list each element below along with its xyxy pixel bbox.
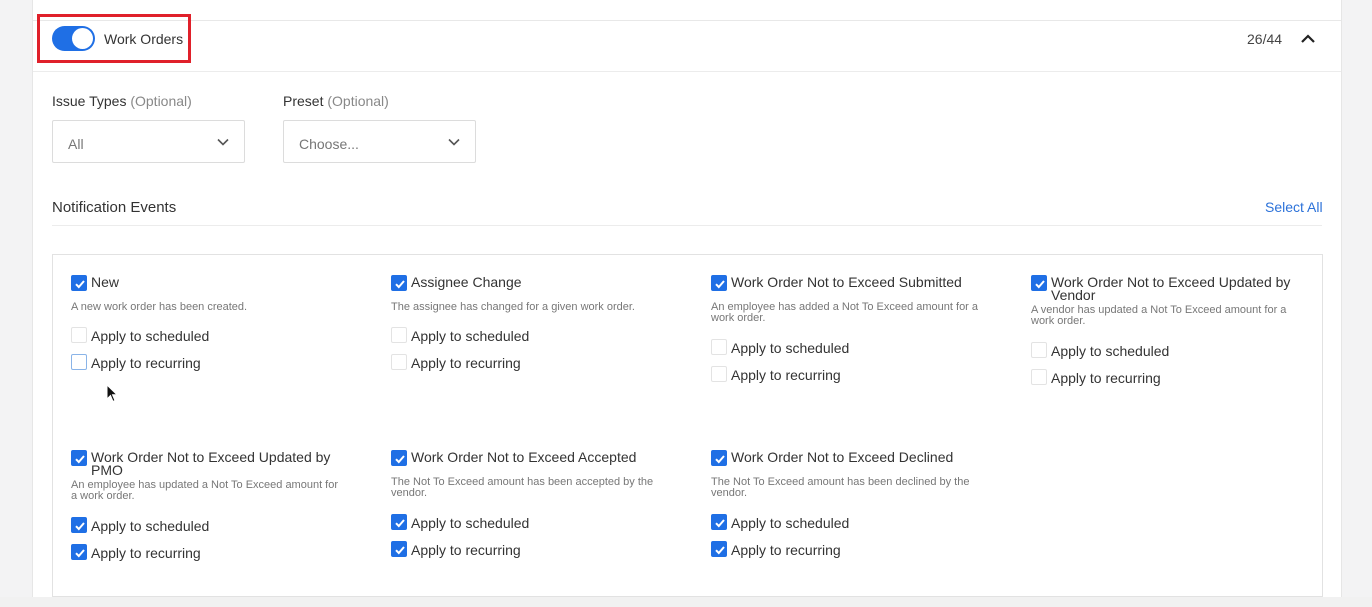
event-checkbox[interactable] [711, 275, 727, 291]
apply-to-scheduled-checkbox[interactable] [711, 514, 727, 530]
apply-to-scheduled-label: Apply to scheduled [91, 518, 210, 534]
event-title: Work Order Not to Exceed Accepted [411, 449, 637, 465]
event-checkbox[interactable] [71, 275, 87, 291]
apply-to-recurring-checkbox[interactable] [1031, 369, 1047, 385]
toggle-knob [72, 28, 93, 49]
apply-to-scheduled-label: Apply to scheduled [731, 515, 850, 531]
header-divider [33, 71, 1341, 72]
apply-to-recurring-label: Apply to recurring [1051, 370, 1161, 386]
apply-to-scheduled-label: Apply to scheduled [1051, 343, 1170, 359]
issue-types-select[interactable]: All [52, 120, 245, 163]
event-title: Assignee Change [411, 274, 522, 290]
top-divider [33, 20, 1341, 21]
event-title: Work Order Not to Exceed Updated by PMO [91, 449, 331, 478]
event-checkbox[interactable] [1031, 275, 1047, 291]
apply-to-recurring-checkbox[interactable] [71, 354, 87, 370]
event-checkbox[interactable] [391, 275, 407, 291]
apply-to-recurring-label: Apply to recurring [411, 355, 521, 371]
apply-to-recurring-label: Apply to recurring [731, 542, 841, 558]
apply-to-scheduled-label: Apply to scheduled [411, 515, 530, 531]
event-checkbox[interactable] [711, 450, 727, 466]
event-title: New [91, 274, 120, 290]
preset-label: Preset (Optional) [283, 93, 389, 109]
event-title: Work Order Not to Exceed Updated by Vend… [1051, 274, 1291, 303]
event-description: A vendor has updated a Not To Exceed amo… [1031, 304, 1287, 327]
event-title: Work Order Not to Exceed Submitted [731, 274, 962, 290]
apply-to-recurring-label: Apply to recurring [91, 545, 201, 561]
apply-to-recurring-checkbox[interactable] [71, 544, 87, 560]
apply-to-scheduled-label: Apply to scheduled [411, 328, 530, 344]
notification-events-title: Notification Events [52, 199, 177, 216]
event-description: The Not To Exceed amount has been accept… [391, 476, 654, 499]
event-description: A new work order has been created. [71, 301, 248, 313]
issue-types-label: Issue Types (Optional) [52, 93, 192, 109]
event-description: The Not To Exceed amount has been declin… [711, 476, 970, 499]
bottom-shade [0, 597, 1372, 607]
apply-to-scheduled-checkbox[interactable] [391, 327, 407, 343]
apply-to-scheduled-checkbox[interactable] [71, 327, 87, 343]
apply-to-recurring-checkbox[interactable] [391, 541, 407, 557]
chevron-down-icon [448, 138, 460, 146]
event-description: An employee has added a Not To Exceed am… [711, 301, 979, 324]
issue-types-value: All [68, 136, 84, 152]
event-title: Work Order Not to Exceed Declined [731, 449, 954, 465]
apply-to-scheduled-checkbox[interactable] [71, 517, 87, 533]
apply-to-recurring-checkbox[interactable] [391, 354, 407, 370]
apply-to-recurring-label: Apply to recurring [91, 355, 201, 371]
apply-to-scheduled-label: Apply to scheduled [91, 328, 210, 344]
select-all-link[interactable]: Select All [1265, 199, 1323, 215]
chevron-down-icon [217, 138, 229, 146]
event-description: The assignee has changed for a given wor… [391, 301, 635, 313]
event-checkbox[interactable] [391, 450, 407, 466]
issue-types-label-text: Issue Types [52, 93, 127, 109]
chevron-up-icon[interactable] [1299, 30, 1317, 48]
section-divider [52, 225, 1322, 226]
mouse-cursor-icon [106, 384, 119, 403]
preset-optional: (Optional) [327, 93, 389, 109]
preset-select[interactable]: Choose... [283, 120, 476, 163]
apply-to-recurring-checkbox[interactable] [711, 366, 727, 382]
work-orders-toggle-label: Work Orders [104, 31, 184, 47]
apply-to-recurring-label: Apply to recurring [731, 367, 841, 383]
apply-to-recurring-label: Apply to recurring [411, 542, 521, 558]
apply-to-scheduled-checkbox[interactable] [1031, 342, 1047, 358]
apply-to-recurring-checkbox[interactable] [711, 541, 727, 557]
event-description: An employee has updated a Not To Exceed … [71, 479, 339, 502]
enabled-count: 26/44 [1247, 31, 1283, 47]
apply-to-scheduled-label: Apply to scheduled [731, 340, 850, 356]
event-checkbox[interactable] [71, 450, 87, 466]
issue-types-optional: (Optional) [130, 93, 192, 109]
apply-to-scheduled-checkbox[interactable] [391, 514, 407, 530]
work-orders-toggle[interactable] [52, 26, 95, 51]
apply-to-scheduled-checkbox[interactable] [711, 339, 727, 355]
preset-placeholder: Choose... [299, 136, 359, 152]
preset-label-text: Preset [283, 93, 324, 109]
